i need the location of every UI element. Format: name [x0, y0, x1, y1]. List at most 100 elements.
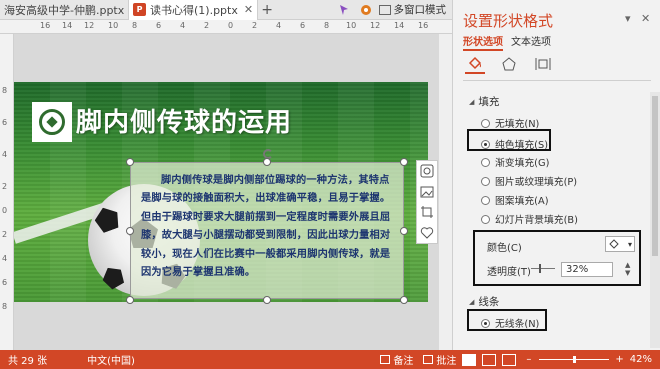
ruler-tick: 6 [156, 21, 162, 30]
tab-reading-notes-pptx[interactable]: P 读书心得(1).pptx ✕ [128, 0, 259, 20]
radio-label: 幻灯片背景填充(B) [495, 215, 578, 226]
ruler-tick: 14 [62, 21, 73, 30]
close-icon[interactable]: ✕ [641, 12, 650, 25]
resize-handle[interactable] [400, 227, 408, 235]
radio-no-fill[interactable]: 无填充(N) [481, 116, 539, 130]
tab-shape-options[interactable]: 形状选项 [463, 33, 503, 51]
radio-button [481, 195, 490, 205]
transparency-input[interactable]: 32% [561, 262, 613, 277]
vertical-ruler: 8 6 4 2 0 2 4 6 8 [0, 34, 14, 350]
zoom-slider[interactable] [539, 356, 610, 363]
zoom-out-button[interactable]: – [526, 354, 531, 365]
radio-pattern-fill[interactable]: 图案填充(A) [481, 193, 549, 207]
ruler-tick: 16 [40, 21, 51, 30]
transparency-spinner[interactable]: ▲ ▼ [625, 261, 630, 277]
ruler-tick: 2 [252, 21, 258, 30]
resize-handle[interactable] [126, 227, 134, 235]
panel-scrollbar[interactable] [650, 92, 660, 348]
notes-icon [380, 355, 391, 364]
tab-label: 海安高级中学-仲鹏.pptx [4, 3, 125, 17]
heart-shape-icon[interactable] [419, 225, 435, 241]
picture-icon[interactable] [419, 184, 435, 200]
language-indicator[interactable]: 中文(中国) [87, 352, 135, 367]
crop-icon[interactable] [419, 204, 435, 220]
zoom-level[interactable]: 42% [630, 354, 652, 365]
radio-label: 图片或纹理填充(P) [495, 177, 578, 188]
comments-icon [423, 355, 434, 364]
layout-options-icon[interactable] [419, 163, 435, 179]
highlight-solid-fill [467, 129, 551, 151]
multi-window-mode-button[interactable]: 多窗口模式 [378, 2, 447, 17]
floating-toolbar [416, 160, 438, 244]
ruler-tick: 8 [324, 21, 330, 30]
zoom-in-button[interactable]: + [615, 354, 623, 365]
ruler-tick: 4 [180, 21, 186, 30]
resize-handle[interactable] [126, 158, 134, 166]
notes-button[interactable]: 备注 [380, 352, 413, 367]
multi-window-icon [378, 4, 391, 15]
ruler-tick: 8 [2, 302, 8, 311]
pin-icon[interactable] [335, 1, 353, 19]
comments-button[interactable]: 批注 [423, 352, 456, 367]
ruler-tick: 8 [2, 86, 8, 95]
close-tab-icon[interactable]: ✕ [244, 3, 253, 16]
radio-picture-fill[interactable]: 图片或纹理填充(P) [481, 174, 577, 188]
ruler-tick: 2 [2, 182, 8, 191]
tab-text-options[interactable]: 文本选项 [511, 33, 551, 51]
ruler-tick: 6 [2, 278, 8, 287]
slide-count: 共 29 张 [8, 356, 48, 367]
radio-label: 无填充(N) [495, 119, 540, 130]
resize-handle[interactable] [263, 158, 271, 166]
ruler-tick: 0 [2, 206, 8, 215]
line-section-header[interactable]: 线条 [469, 294, 499, 309]
ruler-tick: 4 [276, 21, 282, 30]
tab-haian-pptx[interactable]: 海安高级中学-仲鹏.pptx [0, 0, 128, 20]
pentagon-effects-icon[interactable] [499, 54, 519, 74]
fill-bucket-icon[interactable] [465, 54, 485, 74]
new-tab-button[interactable]: + [258, 2, 276, 18]
radio-button [481, 214, 490, 224]
powerpoint-file-icon: P [133, 3, 146, 16]
ruler-tick: 10 [346, 21, 357, 30]
resize-handle[interactable] [400, 296, 408, 304]
gear-icon[interactable] [357, 1, 375, 19]
ruler-tick: 10 [108, 21, 119, 30]
panel-category-icons [465, 54, 553, 74]
radio-label: 渐变填充(G) [495, 158, 550, 169]
highlight-no-line [467, 309, 547, 331]
radio-gradient-fill[interactable]: 渐变填充(G) [481, 155, 549, 169]
radio-slide-background-fill[interactable]: 幻灯片背景填充(B) [481, 212, 578, 226]
reading-view-icon[interactable] [502, 353, 517, 366]
transparency-label: 透明度(T) [487, 267, 531, 278]
format-shape-panel: 设置形状格式 ▾ ✕ 形状选项 文本选项 填充 无填充(N) 纯色填充(S) 渐… [452, 0, 660, 350]
ruler-tick: 0 [228, 21, 234, 30]
notes-label: 备注 [393, 356, 414, 367]
ruler-tick: 6 [300, 21, 306, 30]
slide-body-text[interactable]: 脚内侧传球是脚内侧部位踢球的一种方法，其特点是脚与球的接触面积大，出球准确平稳，… [141, 171, 399, 281]
tab-label: 读书心得(1).pptx [150, 3, 238, 17]
ruler-tick: 4 [2, 150, 8, 159]
horizontal-ruler: 16 14 12 10 8 6 4 2 0 2 4 6 8 10 12 14 1… [0, 20, 452, 34]
title-icon-box [32, 102, 72, 142]
normal-view-icon[interactable] [462, 353, 477, 366]
resize-handle[interactable] [263, 296, 271, 304]
selected-text-box[interactable]: 脚内侧传球是脚内侧部位踢球的一种方法，其特点是脚与球的接触面积大，出球准确平稳，… [130, 162, 404, 299]
resize-handle[interactable] [400, 158, 408, 166]
panel-options-dropdown[interactable]: ▾ [625, 12, 631, 25]
fill-section-header[interactable]: 填充 [469, 94, 499, 109]
ruler-tick: 12 [84, 21, 95, 30]
comments-label: 批注 [436, 356, 457, 367]
resize-handle[interactable] [126, 296, 134, 304]
ruler-tick: 16 [418, 21, 429, 30]
size-properties-icon[interactable] [533, 54, 553, 74]
radio-button [481, 176, 490, 186]
vertical-scrollbar[interactable] [438, 34, 452, 350]
multi-window-label: 多窗口模式 [393, 4, 447, 16]
transparency-slider[interactable] [531, 264, 555, 273]
slide-title[interactable]: 脚内侧传球的运用 [76, 102, 292, 139]
fill-color-picker[interactable]: ▾ [605, 236, 635, 252]
radio-label: 图案填充(A) [495, 196, 549, 207]
status-bar: 共 29 张 中文(中国) 备注 批注 – + 42% [0, 350, 660, 369]
ruler-tick: 4 [2, 254, 8, 263]
slide-sorter-icon[interactable] [482, 353, 497, 366]
